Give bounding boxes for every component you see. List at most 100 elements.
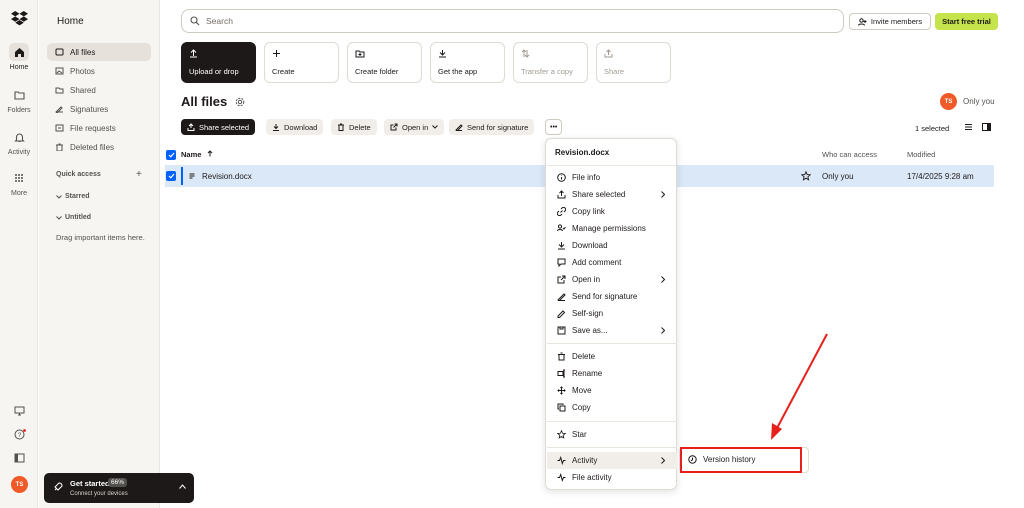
menu-item-open-in[interactable]: Open in xyxy=(547,271,677,288)
signature-icon xyxy=(55,105,64,113)
grid-icon xyxy=(9,169,29,187)
menu-item-rename[interactable]: Rename xyxy=(547,365,677,382)
panel-toggle-icon[interactable] xyxy=(14,453,25,463)
modified-column-header[interactable]: Modified xyxy=(907,150,935,159)
owner-label: Only you xyxy=(963,97,995,106)
open-in-button[interactable]: Open in xyxy=(384,119,445,135)
menu-item-star[interactable]: Star xyxy=(547,426,677,443)
menu-item-file-info[interactable]: File info xyxy=(547,169,677,186)
who-column-header[interactable]: Who can access xyxy=(822,150,877,159)
more-actions-button[interactable]: ••• xyxy=(545,119,563,135)
trash-icon xyxy=(557,352,566,361)
dropbox-logo-icon[interactable] xyxy=(11,11,28,26)
star-icon[interactable] xyxy=(801,171,811,181)
chevron-right-icon xyxy=(661,457,665,464)
menu-item-self-sign[interactable]: Self-sign xyxy=(547,305,677,322)
upload-tile[interactable]: Upload or drop xyxy=(181,42,256,83)
rocket-icon xyxy=(53,482,63,492)
transfer-tile[interactable]: Transfer a copy xyxy=(513,42,588,83)
add-quick-access-button[interactable]: + xyxy=(136,169,142,180)
menu-item-copy-link[interactable]: Copy link xyxy=(547,203,677,220)
menu-item-delete[interactable]: Delete xyxy=(547,348,677,365)
share-tile[interactable]: Share xyxy=(596,42,671,83)
quick-access-heading: Quick access xyxy=(56,171,101,178)
copy-icon xyxy=(557,403,566,412)
rail-item-home[interactable]: Home xyxy=(0,43,38,71)
sidebar-title: Home xyxy=(57,16,84,27)
start-free-trial-button[interactable]: Start free trial xyxy=(935,13,998,30)
sidebar-item-photos[interactable]: Photos xyxy=(47,62,151,80)
create-folder-tile[interactable]: Create folder xyxy=(347,42,422,83)
account-avatar[interactable]: TS xyxy=(11,476,28,493)
progress-badge: 66% xyxy=(108,478,128,487)
row-checkbox[interactable] xyxy=(166,171,176,181)
shared-icon xyxy=(55,86,64,94)
menu-item-activity[interactable]: Activity xyxy=(547,452,677,469)
delete-button[interactable]: Delete xyxy=(331,119,377,135)
get-started-card[interactable]: Get started 66% Connect your devices xyxy=(44,473,194,503)
file-name[interactable]: Revision.docx xyxy=(202,172,252,181)
get-the-app-tile[interactable]: Get the app xyxy=(430,42,505,83)
starred-section-toggle[interactable]: Starred xyxy=(56,193,90,200)
help-icon[interactable]: ? xyxy=(14,429,26,440)
page-title: All files xyxy=(181,94,245,109)
search-placeholder: Search xyxy=(206,16,233,26)
context-menu-title: Revision.docx xyxy=(555,148,610,157)
rename-icon xyxy=(557,369,566,378)
menu-item-send-for-signature[interactable]: Send for signature xyxy=(547,288,677,305)
photo-icon xyxy=(55,67,64,75)
comment-icon xyxy=(557,258,566,267)
download-button[interactable]: Download xyxy=(266,119,324,135)
context-menu: Revision.docx File info Share selected C… xyxy=(545,138,677,490)
star-icon xyxy=(557,430,566,439)
sidebar-panel-icon[interactable] xyxy=(982,123,991,131)
chevron-down-icon xyxy=(56,215,62,220)
list-view-icon[interactable] xyxy=(964,123,973,131)
name-column-header[interactable]: Name xyxy=(181,150,213,159)
invite-members-button[interactable]: Invite members xyxy=(849,13,931,30)
row-modified: 17/4/2025 9:28 am xyxy=(907,172,974,181)
plus-icon xyxy=(272,49,331,58)
folder-icon xyxy=(9,86,29,104)
download-icon xyxy=(272,123,280,131)
chevron-down-icon xyxy=(56,194,62,199)
row-access: Only you xyxy=(822,172,854,181)
chevron-up-icon[interactable] xyxy=(179,484,186,489)
menu-item-move[interactable]: Move xyxy=(547,382,677,399)
rail-item-folders[interactable]: Folders xyxy=(0,86,38,114)
menu-item-file-activity[interactable]: File activity xyxy=(547,469,677,486)
share-selected-button[interactable]: Share selected xyxy=(181,119,256,135)
sidebar: Home All files Photos Shared Signatures … xyxy=(39,0,194,508)
rail-item-activity[interactable]: Activity xyxy=(0,128,38,156)
menu-item-manage-permissions[interactable]: Manage permissions xyxy=(547,220,677,237)
sidebar-item-file-requests[interactable]: File requests xyxy=(47,119,151,137)
search-icon xyxy=(190,16,200,26)
open-in-icon xyxy=(557,275,566,284)
move-icon xyxy=(557,386,566,395)
menu-item-share-selected[interactable]: Share selected xyxy=(547,186,677,203)
sidebar-item-shared[interactable]: Shared xyxy=(47,81,151,99)
sidebar-item-all-files[interactable]: All files xyxy=(47,43,151,61)
menu-item-save-as[interactable]: Save as... xyxy=(547,322,677,339)
rail-item-more[interactable]: More xyxy=(0,169,38,197)
menu-item-add-comment[interactable]: Add comment xyxy=(547,254,677,271)
menu-divider xyxy=(547,447,677,448)
chevron-right-icon xyxy=(661,327,665,334)
menu-item-download[interactable]: Download xyxy=(547,237,677,254)
menu-item-copy[interactable]: Copy xyxy=(547,399,677,416)
settings-icon[interactable] xyxy=(235,97,245,107)
untitled-section-toggle[interactable]: Untitled xyxy=(56,214,91,221)
desktop-icon[interactable] xyxy=(14,406,25,416)
bell-icon xyxy=(9,128,29,146)
chevron-right-icon xyxy=(661,191,665,198)
save-as-icon xyxy=(557,326,566,335)
search-bar[interactable]: Search xyxy=(181,9,844,33)
create-tile[interactable]: Create xyxy=(264,42,339,83)
send-for-signature-button[interactable]: Send for signature xyxy=(449,119,535,135)
sort-arrow-up-icon xyxy=(207,150,213,159)
row-focus-bar xyxy=(181,167,183,185)
sidebar-item-deleted-files[interactable]: Deleted files xyxy=(47,138,151,156)
sidebar-item-signatures[interactable]: Signatures xyxy=(47,100,151,118)
selected-count: 1 selected xyxy=(915,124,950,133)
select-all-checkbox[interactable] xyxy=(166,150,176,160)
